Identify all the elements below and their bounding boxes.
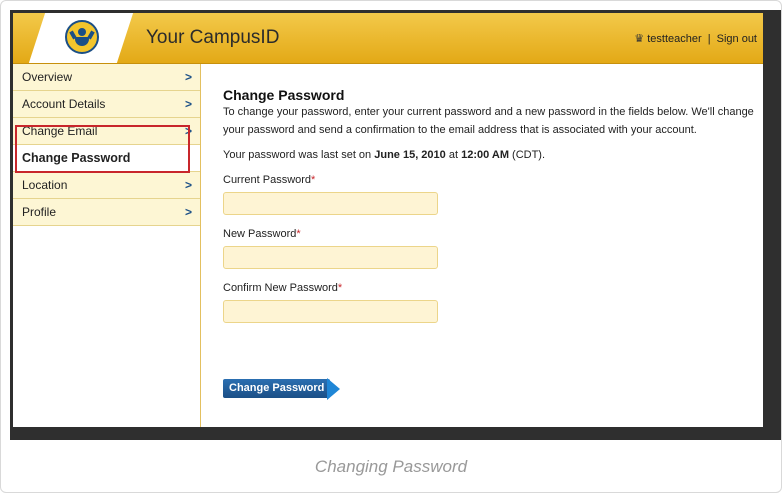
new-password-field[interactable] [223,246,438,269]
current-password-label: Current Password* [223,174,758,186]
chevron-right-icon: > [184,178,192,192]
current-password-field[interactable] [223,192,438,215]
field-label-text: Confirm New Password [223,282,338,294]
sidebar-item-profile[interactable]: Profile > [13,199,200,226]
sidebar-item-label: Account Details [22,97,106,111]
highlight-box [15,125,190,173]
header-bar: Your CampusID ♛ testteacher | Sign out [13,13,763,64]
campusid-app: Your CampusID ♛ testteacher | Sign out O… [13,13,763,427]
sidebar-nav: Overview > Account Details > Change Emai… [13,64,201,427]
last-set-at: at [445,149,462,161]
screenshot-frame: Your CampusID ♛ testteacher | Sign out O… [0,0,782,493]
change-password-button[interactable]: Change Password [223,377,341,400]
arrow-right-icon [327,377,341,400]
sidebar-item-overview[interactable]: Overview > [13,64,200,91]
separator: | [707,33,711,45]
chevron-right-icon: > [184,205,192,219]
field-label-text: New Password [223,228,297,240]
user-menu: ♛ testteacher | Sign out [634,32,757,45]
caption: Changing Password [314,457,468,476]
field-label-text: Current Password [223,174,312,186]
campusid-logo-icon[interactable] [65,20,99,54]
required-mark: * [296,228,301,240]
change-password-button-label: Change Password [223,379,331,398]
change-password-panel: Change Password To change your password,… [223,87,758,323]
sign-out-link[interactable]: Sign out [717,33,757,45]
sidebar-item-label: Location [22,178,68,192]
last-set-date: June 15, 2010 [374,149,446,161]
sidebar-item-label: Overview [22,70,73,84]
new-password-label: New Password* [223,228,758,240]
confirm-password-field[interactable] [223,300,438,323]
required-mark: * [311,174,316,186]
last-set-time: 12:00 AM [461,149,509,161]
last-set-prefix: Your password was last set on [223,149,375,161]
username-link[interactable]: testteacher [647,33,701,45]
app-title: Your CampusID [146,27,280,48]
sidebar-item-location[interactable]: Location > [13,172,200,199]
sidebar-item-label: Profile [22,205,57,219]
crown-icon: ♛ [634,33,645,45]
chevron-right-icon: > [184,97,192,111]
confirm-password-label: Confirm New Password* [223,282,758,294]
sidebar-item-account-details[interactable]: Account Details > [13,91,200,118]
chevron-right-icon: > [184,70,192,84]
intro-text: To change your password, enter your curr… [223,106,754,136]
last-set-suffix: (CDT). [508,149,546,161]
required-mark: * [337,282,343,294]
last-set-text: Your password was last set on June 15, 2… [223,149,758,161]
page-title: Change Password [223,87,345,103]
